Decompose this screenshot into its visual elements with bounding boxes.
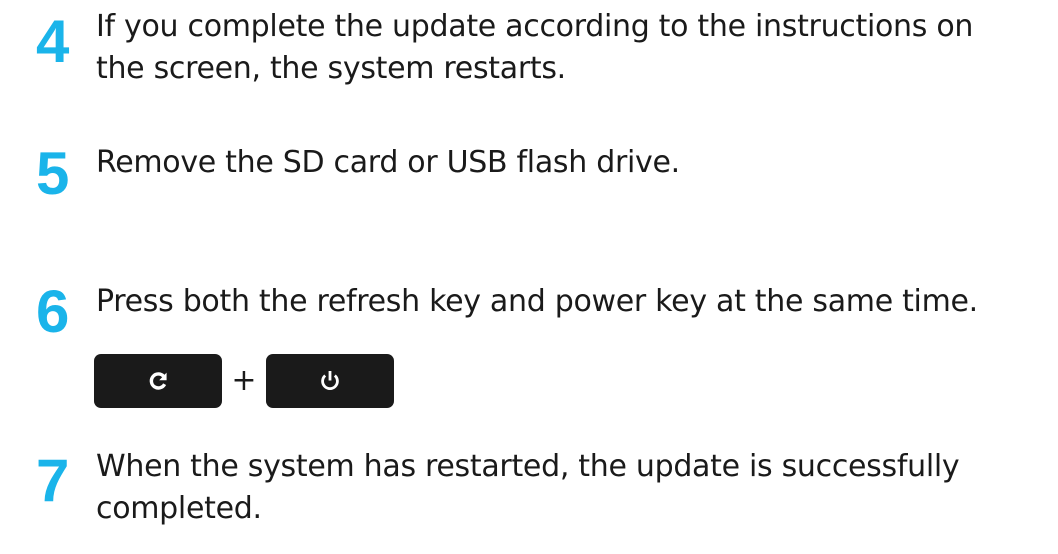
step-text: Remove the SD card or USB flash drive. [96,145,680,180]
plus-separator: + [231,363,257,398]
step-number: 7 [36,447,70,514]
step-number: 5 [36,140,70,207]
step-text: If you complete the update according to … [96,9,974,86]
power-key [266,354,394,408]
key-combination: + [94,354,394,408]
refresh-key [94,354,222,408]
power-icon [319,369,341,393]
refresh-icon [147,370,169,392]
step-text: Press both the refresh key and power key… [96,284,978,319]
step-number: 6 [36,278,70,345]
step-number: 4 [36,8,70,75]
step-text: When the system has restarted, the updat… [96,449,960,526]
